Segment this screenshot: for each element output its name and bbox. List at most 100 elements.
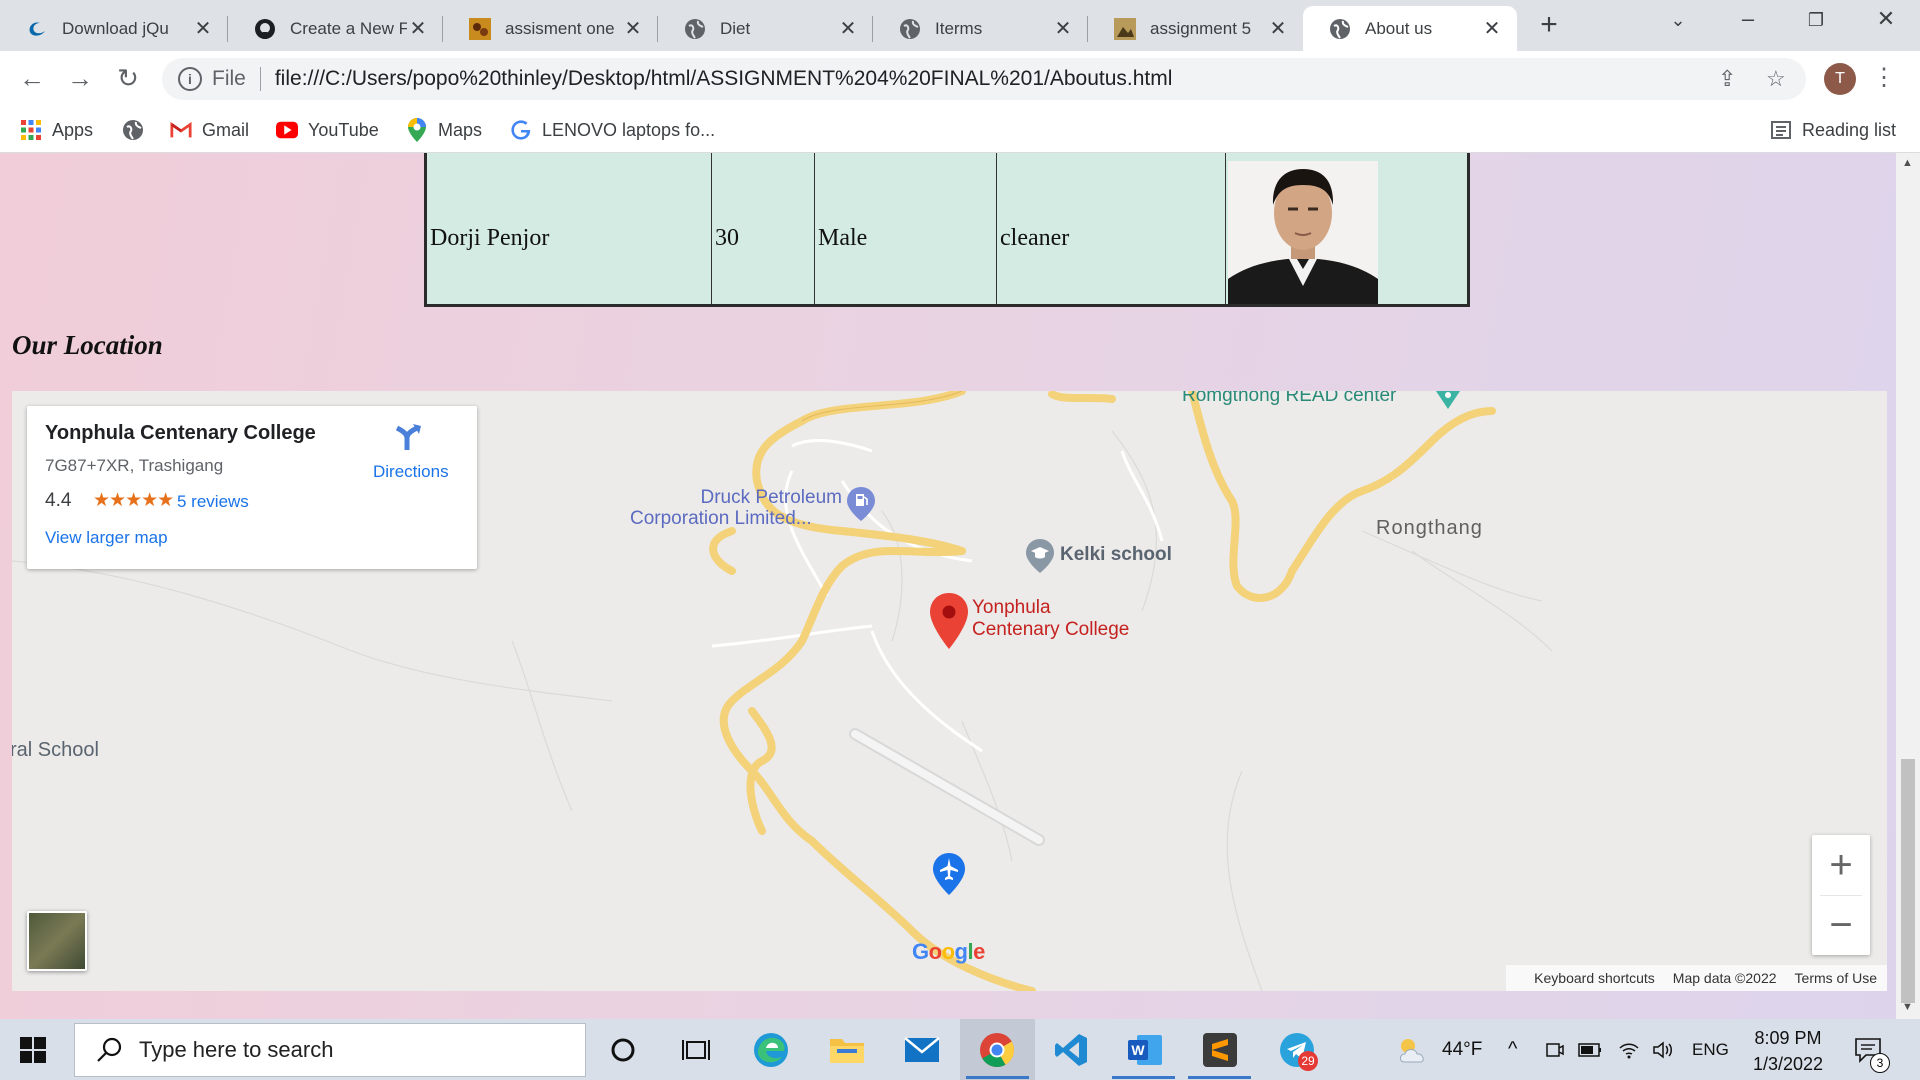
embedded-map[interactable]: Yonphula Centenary College 7G87+7XR, Tra… — [12, 391, 1887, 991]
airport-icon[interactable] — [932, 853, 966, 900]
terms-of-use-link[interactable]: Terms of Use — [1795, 970, 1877, 986]
location-heading: Our Location — [12, 330, 163, 360]
taskbar-search-box[interactable]: Type here to search — [74, 1023, 586, 1077]
tab-title: Iterms — [935, 18, 983, 38]
close-icon[interactable]: ✕ — [407, 16, 429, 41]
weather-temp: 44°F — [1442, 1038, 1483, 1060]
tab-iterms[interactable]: Iterms ✕ — [873, 6, 1088, 51]
word-icon[interactable]: W — [1124, 1029, 1166, 1071]
close-icon[interactable]: ✕ — [622, 16, 644, 41]
vscode-icon[interactable] — [1050, 1029, 1092, 1071]
tab-assisment-one[interactable]: assisment one ✕ — [443, 6, 658, 51]
edge-icon[interactable] — [750, 1029, 792, 1071]
zoom-controls: + − — [1812, 835, 1870, 955]
satellite-toggle[interactable] — [27, 911, 87, 971]
chrome-icon[interactable] — [976, 1029, 1018, 1071]
info-icon[interactable]: i — [178, 67, 202, 91]
map-label-petroleum[interactable]: Druck Petroleum — [672, 487, 843, 508]
menu-kebab-icon[interactable]: ⋮ — [1872, 63, 1896, 92]
share-icon[interactable]: ⇪ — [1718, 66, 1736, 92]
read-center-pin-icon[interactable] — [1434, 391, 1462, 418]
keyboard-shortcuts-link[interactable]: Keyboard shortcuts — [1534, 970, 1655, 986]
rating-stars-icon: ★★★★★ — [93, 490, 174, 511]
google-logo: Google — [912, 939, 985, 964]
bookmark-maps[interactable]: Maps — [406, 115, 482, 145]
directions-link[interactable]: Directions — [373, 462, 449, 482]
tab-strip: Download jQu ✕ Create a New F ✕ assismen… — [0, 0, 1920, 51]
scroll-up-arrow-icon[interactable]: ▲ — [1902, 157, 1913, 169]
bookmark-lenovo[interactable]: LENOVO laptops fo... — [510, 115, 715, 145]
tab-about-us[interactable]: About us ✕ — [1303, 6, 1517, 51]
minimize-button[interactable]: – — [1728, 6, 1768, 32]
zoom-out-button[interactable]: − — [1812, 895, 1870, 955]
bookmark-star-icon[interactable]: ☆ — [1766, 66, 1786, 92]
scrollbar-thumb[interactable] — [1901, 759, 1915, 1003]
page-viewport[interactable]: Dorji Penjor 30 Male cleaner Our Locatio… — [0, 153, 1896, 1019]
browser-toolbar: ← → ↻ i File file:///C:/Users/popo%20thi… — [0, 51, 1920, 107]
scroll-down-arrow-icon[interactable]: ▼ — [1902, 1001, 1913, 1013]
bookmark-apps[interactable]: Apps — [20, 115, 93, 145]
address-bar[interactable]: i File file:///C:/Users/popo%20thinley/D… — [162, 58, 1806, 100]
task-view-icon[interactable] — [675, 1029, 717, 1071]
bookmark-label: Gmail — [202, 119, 250, 140]
reviews-link[interactable]: 5 reviews — [177, 492, 249, 512]
cortana-icon[interactable] — [602, 1029, 644, 1071]
tab-diet[interactable]: Diet ✕ — [658, 6, 873, 51]
meet-now-icon[interactable] — [1544, 1019, 1564, 1080]
globe-icon — [1329, 18, 1351, 40]
svg-text:W: W — [1131, 1042, 1145, 1058]
forward-button[interactable]: → — [64, 63, 96, 94]
windows-start-icon[interactable] — [20, 1037, 46, 1063]
tab-assignment-5[interactable]: assignment 5 ✕ — [1088, 6, 1303, 51]
close-icon[interactable]: ✕ — [192, 16, 214, 41]
place-name: Yonphula Centenary College — [45, 422, 316, 444]
map-label-rongthang[interactable]: Rongthang — [1376, 517, 1483, 540]
map-label-ral-school[interactable]: ral School — [12, 739, 99, 762]
close-icon[interactable]: ✕ — [1267, 16, 1289, 41]
taskbar-clock[interactable]: 8:09 PM 1/3/2022 — [1740, 1025, 1836, 1077]
staff-table: Dorji Penjor 30 Male cleaner — [424, 153, 1470, 307]
new-tab-button[interactable]: + — [1534, 8, 1564, 42]
back-button[interactable]: ← — [16, 63, 48, 94]
staff-gender-cell: Male — [814, 153, 997, 306]
school-pin-icon[interactable] — [1025, 539, 1055, 578]
bookmark-gmail[interactable]: Gmail — [170, 115, 249, 145]
close-window-button[interactable]: ✕ — [1866, 6, 1906, 32]
close-icon[interactable]: ✕ — [837, 16, 859, 41]
restore-button[interactable]: ❐ — [1796, 10, 1836, 31]
language-indicator[interactable]: ENG — [1692, 1019, 1729, 1080]
mail-icon[interactable] — [901, 1029, 943, 1071]
map-pin-icon[interactable] — [930, 593, 968, 654]
volume-icon[interactable] — [1652, 1019, 1674, 1080]
view-larger-map-link[interactable]: View larger map — [45, 528, 168, 548]
weather-widget[interactable]: 44°F — [1396, 1019, 1482, 1080]
jquery-icon — [26, 18, 48, 40]
file-explorer-icon[interactable] — [826, 1029, 868, 1071]
chevron-up-icon[interactable]: ^ — [1508, 1019, 1517, 1080]
tab-search-icon[interactable]: ⌄ — [1658, 10, 1698, 31]
profile-avatar[interactable]: T — [1824, 63, 1856, 95]
bookmark-globe[interactable] — [122, 115, 154, 145]
youtube-icon — [276, 119, 298, 141]
url-text[interactable]: file:///C:/Users/popo%20thinley/Desktop/… — [275, 67, 1173, 91]
wifi-icon[interactable] — [1618, 1019, 1640, 1080]
map-label-kelki-school[interactable]: Kelki school — [1060, 544, 1172, 566]
bookmark-label: Maps — [438, 119, 483, 140]
page-scrollbar[interactable]: ▲ ▼ — [1896, 153, 1920, 1019]
reading-list-button[interactable]: Reading list — [1770, 115, 1896, 145]
tab-github[interactable]: Create a New F ✕ — [228, 6, 443, 51]
bookmark-youtube[interactable]: YouTube — [276, 115, 379, 145]
map-label-petroleum-line2[interactable]: Corporation Limited... — [630, 508, 812, 530]
zoom-in-button[interactable]: + — [1812, 835, 1870, 895]
gas-station-icon[interactable] — [846, 487, 876, 526]
directions-icon[interactable] — [393, 422, 423, 452]
close-icon[interactable]: ✕ — [1052, 16, 1074, 41]
reload-button[interactable]: ↻ — [112, 63, 144, 94]
github-icon — [254, 18, 276, 40]
map-label-college[interactable]: Yonphula Centenary College — [972, 597, 1129, 641]
tab-download-jquery[interactable]: Download jQu ✕ — [0, 6, 228, 51]
map-label-read-center[interactable]: Romgthong READ center — [1182, 391, 1396, 407]
battery-icon[interactable] — [1578, 1019, 1602, 1080]
close-icon[interactable]: ✕ — [1481, 16, 1503, 41]
sublime-text-icon[interactable] — [1199, 1029, 1241, 1071]
